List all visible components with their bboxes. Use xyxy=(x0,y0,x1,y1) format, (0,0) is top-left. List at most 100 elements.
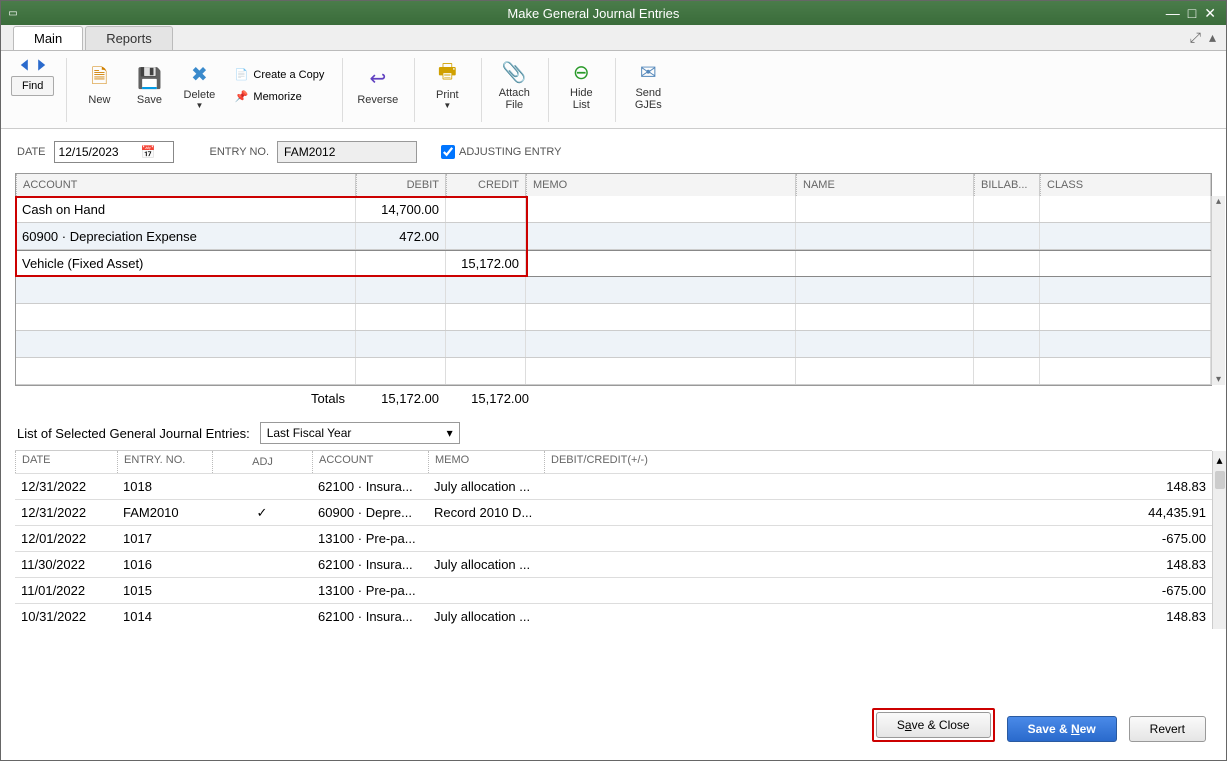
cell-credit[interactable]: 15,172.00 xyxy=(446,251,526,276)
header-billable[interactable]: BILLAB... xyxy=(974,174,1040,196)
list-scrollbar[interactable]: ▴ xyxy=(1212,451,1226,629)
save-close-button[interactable]: Save & Close xyxy=(876,712,991,738)
cell-class[interactable] xyxy=(1040,196,1211,222)
cell-billable[interactable] xyxy=(974,196,1040,222)
cell-memo[interactable] xyxy=(526,223,796,249)
cell-credit[interactable] xyxy=(446,223,526,249)
list-header-account[interactable]: ACCOUNT xyxy=(312,451,428,473)
cell-name[interactable] xyxy=(796,196,974,222)
cell-memo[interactable] xyxy=(526,196,796,222)
cell-memo[interactable] xyxy=(526,251,796,276)
totals-debit: 15,172.00 xyxy=(355,391,445,406)
grid-row-empty[interactable] xyxy=(16,331,1211,358)
calendar-icon[interactable]: 📅 xyxy=(141,145,155,159)
list-cell-adj: ✓ xyxy=(212,505,312,521)
send-icon: ✉ xyxy=(635,60,661,85)
send-gjes-button[interactable]: ✉ Send GJEs xyxy=(626,58,670,114)
grid-header-row: ACCOUNT DEBIT CREDIT MEMO NAME BILLAB...… xyxy=(16,174,1211,196)
adjusting-entry-checkbox[interactable] xyxy=(441,145,455,159)
list-row[interactable]: 11/01/2022101513100 · Pre-pa...-675.00 xyxy=(15,577,1212,603)
cell-debit[interactable] xyxy=(356,251,446,276)
entry-no-input[interactable]: FAM2012 xyxy=(277,141,417,163)
new-icon: 🗎 xyxy=(86,66,112,92)
cell-account[interactable]: Vehicle (Fixed Asset) xyxy=(16,251,356,276)
list-cell-date: 12/01/2022 xyxy=(15,531,117,546)
list-row[interactable]: 11/30/2022101662100 · Insura...July allo… xyxy=(15,551,1212,577)
find-button[interactable]: Find xyxy=(11,76,54,96)
header-debit[interactable]: DEBIT xyxy=(356,174,446,196)
list-row[interactable]: 12/31/2022FAM2010✓60900 · Depre...Record… xyxy=(15,499,1212,525)
collapse-ribbon-icon[interactable]: ▴ xyxy=(1209,29,1216,46)
close-button[interactable]: ✕ xyxy=(1204,5,1216,22)
tab-reports[interactable]: Reports xyxy=(85,26,173,50)
grid-row[interactable]: Vehicle (Fixed Asset) 15,172.00 xyxy=(16,250,1211,277)
list-header-date[interactable]: DATE xyxy=(15,451,117,473)
cell-class[interactable] xyxy=(1040,223,1211,249)
next-arrow-icon[interactable] xyxy=(34,58,48,72)
header-name[interactable]: NAME xyxy=(796,174,974,196)
list-cell-memo: Record 2010 D... xyxy=(428,505,544,520)
window-controls: — □ ✕ xyxy=(1166,5,1216,22)
fullscreen-icon[interactable]: ⤢ xyxy=(1190,29,1201,46)
list-cell-memo: July allocation ... xyxy=(428,479,544,494)
create-copy-button[interactable]: 📄 Create a Copy xyxy=(227,65,330,85)
grid-row-empty[interactable] xyxy=(16,358,1211,385)
tab-main[interactable]: Main xyxy=(13,26,83,50)
cell-credit[interactable] xyxy=(446,196,526,222)
list-row[interactable]: 12/31/2022101862100 · Insura...July allo… xyxy=(15,473,1212,499)
grid-row[interactable]: Cash on Hand 14,700.00 xyxy=(16,196,1211,223)
delete-button[interactable]: ✖ Delete ▼ xyxy=(177,58,221,114)
save-new-button[interactable]: Save & New xyxy=(1007,716,1117,742)
maximize-button[interactable]: □ xyxy=(1188,5,1196,22)
cell-account[interactable]: Cash on Hand xyxy=(16,196,356,222)
list-filter-dropdown[interactable]: Last Fiscal Year ▾ xyxy=(260,422,460,444)
list-header-dc[interactable]: DEBIT/CREDIT(+/-) xyxy=(544,451,1212,473)
header-memo[interactable]: MEMO xyxy=(526,174,796,196)
hide-icon: ⊖ xyxy=(568,60,594,85)
header-credit[interactable]: CREDIT xyxy=(446,174,526,196)
new-button[interactable]: 🗎 New xyxy=(77,58,121,114)
list-header-entry[interactable]: ENTRY. NO. xyxy=(117,451,212,473)
entry-no-label: ENTRY NO. xyxy=(210,146,270,158)
list-header-memo[interactable]: MEMO xyxy=(428,451,544,473)
grid-scrollbar[interactable]: ▴▾ xyxy=(1211,196,1225,385)
list-cell-amount: 148.83 xyxy=(544,479,1212,494)
window-title: Make General Journal Entries xyxy=(21,6,1166,21)
date-input-wrapper[interactable]: 📅 xyxy=(54,141,174,163)
cell-account[interactable]: 60900 · Depreciation Expense xyxy=(16,223,356,249)
list-cell-date: 11/30/2022 xyxy=(15,557,117,572)
cell-debit[interactable]: 472.00 xyxy=(356,223,446,249)
cell-billable[interactable] xyxy=(974,251,1040,276)
adjusting-entry-checkbox-label[interactable]: ADJUSTING ENTRY xyxy=(441,145,561,159)
cell-debit[interactable]: 14,700.00 xyxy=(356,196,446,222)
header-account[interactable]: ACCOUNT xyxy=(16,174,356,196)
attach-file-button[interactable]: 📎 Attach File xyxy=(492,58,536,114)
save-button[interactable]: 💾 Save xyxy=(127,58,171,114)
list-cell-amount: 44,435.91 xyxy=(544,505,1212,520)
date-input[interactable] xyxy=(59,145,141,159)
hide-list-button[interactable]: ⊖ Hide List xyxy=(559,58,603,114)
grid-row-empty[interactable] xyxy=(16,277,1211,304)
chevron-down-icon: ▾ xyxy=(447,426,453,440)
list-header-adj[interactable]: ADJ xyxy=(212,451,312,473)
print-button[interactable]: 🖶 Print ▼ xyxy=(425,58,469,114)
grid-row-empty[interactable] xyxy=(16,304,1211,331)
reverse-button[interactable]: ↩ Reverse xyxy=(353,58,402,114)
prev-arrow-icon[interactable] xyxy=(18,58,32,72)
list-row[interactable]: 12/01/2022101713100 · Pre-pa...-675.00 xyxy=(15,525,1212,551)
cell-name[interactable] xyxy=(796,251,974,276)
list-row[interactable]: 10/31/2022101462100 · Insura...July allo… xyxy=(15,603,1212,629)
revert-button[interactable]: Revert xyxy=(1129,716,1206,742)
list-cell-amount: -675.00 xyxy=(544,583,1212,598)
header-class[interactable]: CLASS xyxy=(1040,174,1211,196)
memorize-button[interactable]: 📌 Memorize xyxy=(227,87,330,107)
cell-billable[interactable] xyxy=(974,223,1040,249)
grid-body: Cash on Hand 14,700.00 60900 · Depreciat… xyxy=(16,196,1211,385)
cell-name[interactable] xyxy=(796,223,974,249)
cell-class[interactable] xyxy=(1040,251,1211,276)
grid-row[interactable]: 60900 · Depreciation Expense 472.00 xyxy=(16,223,1211,250)
system-menu-icon[interactable]: ▭ xyxy=(5,8,21,19)
list-title: List of Selected General Journal Entries… xyxy=(17,426,250,441)
minimize-button[interactable]: — xyxy=(1166,5,1180,22)
list-cell-entry: 1017 xyxy=(117,531,212,546)
